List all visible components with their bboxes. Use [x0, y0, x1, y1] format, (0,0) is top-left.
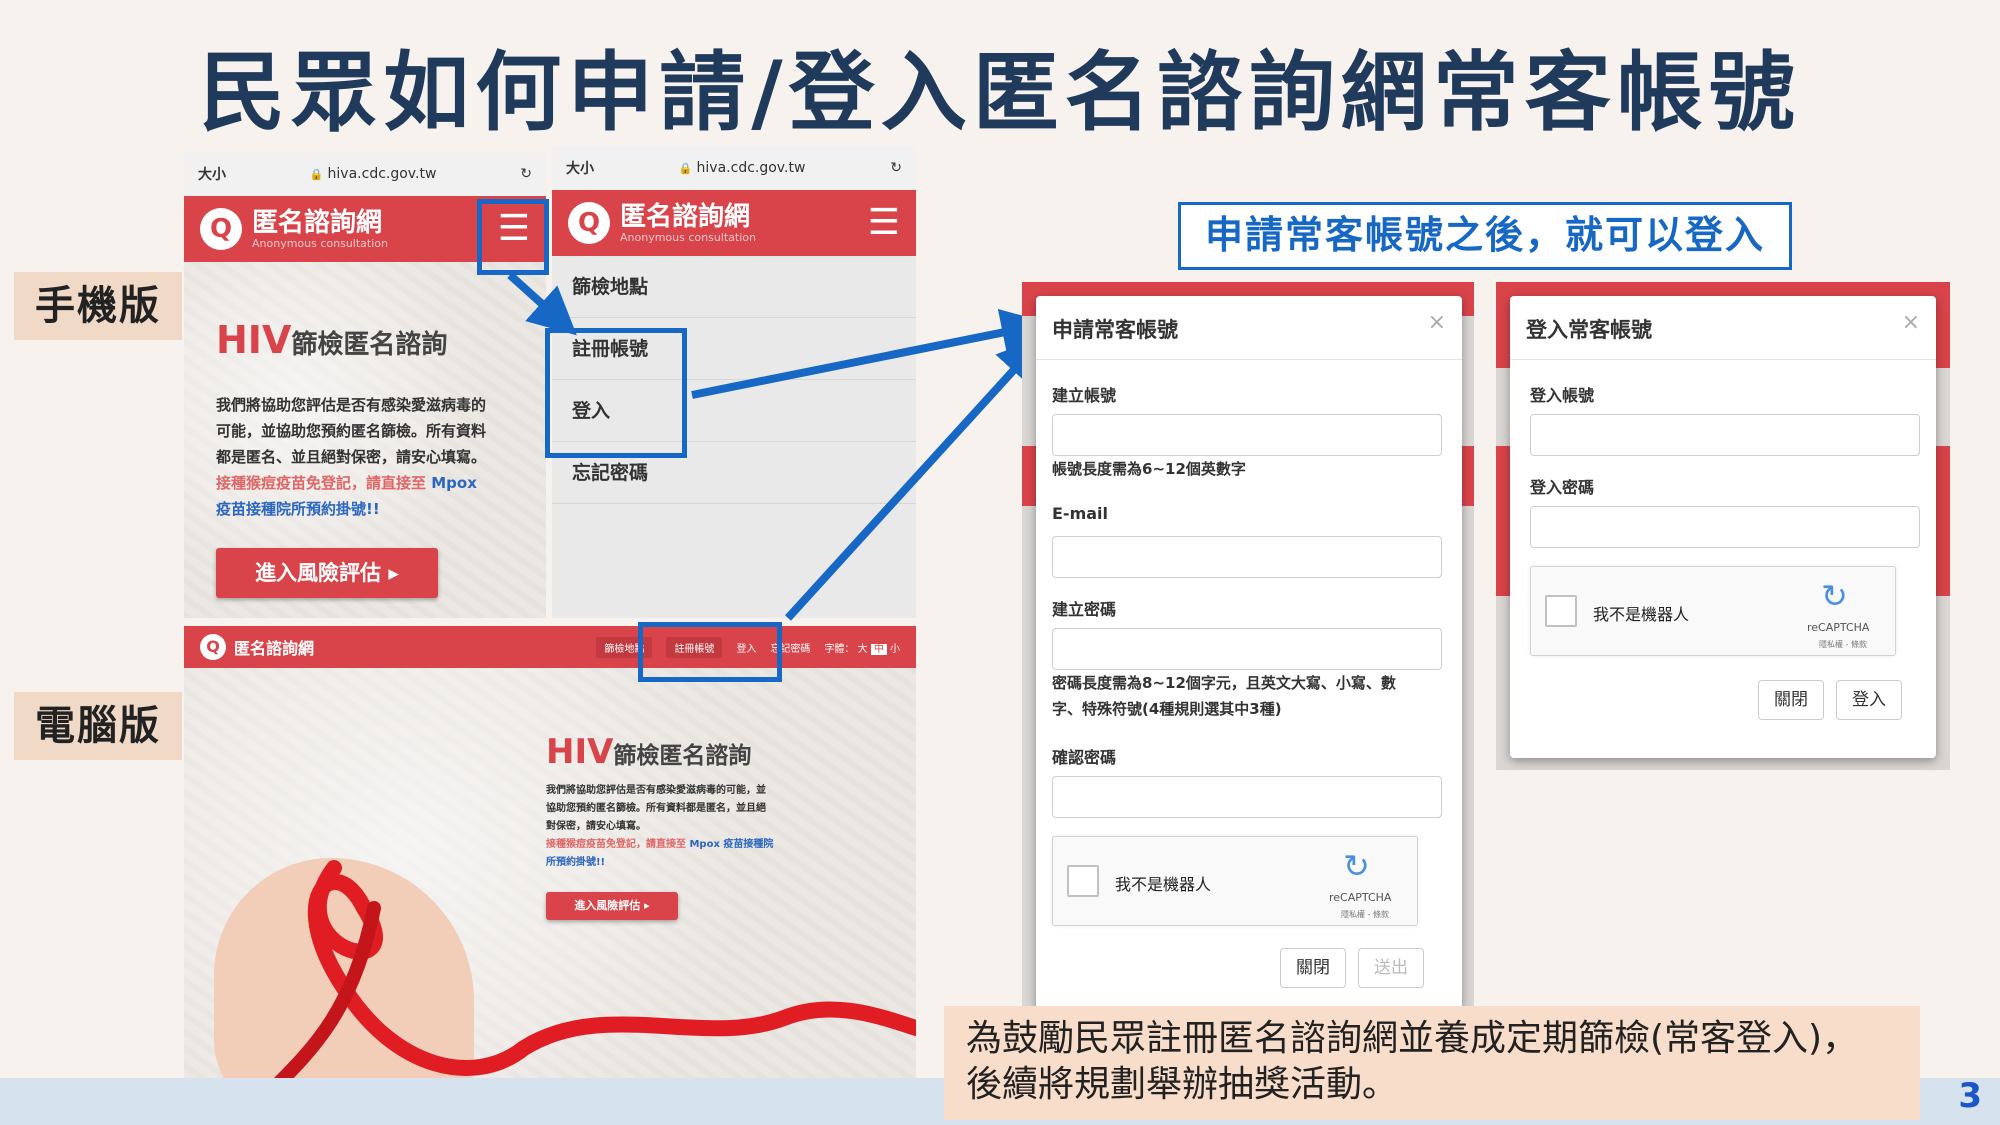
recaptcha-checkbox[interactable]	[1545, 595, 1577, 627]
recaptcha-brand: reCAPTCHA	[1807, 621, 1870, 634]
email-input[interactable]	[1052, 536, 1442, 578]
recaptcha-widget: 我不是機器人 ↻ reCAPTCHA 隱私權 - 條款	[1530, 566, 1896, 656]
close-button[interactable]: 關閉	[1758, 680, 1824, 720]
recaptcha-icon: ↻	[1343, 847, 1370, 885]
confirm-password-label: 確認密碼	[1052, 748, 1117, 767]
password-label: 建立密碼	[1052, 600, 1117, 619]
password-input[interactable]	[1052, 628, 1442, 670]
close-icon[interactable]: ×	[1428, 310, 1446, 335]
page-number: 3	[1958, 1076, 1982, 1116]
register-dialog-title: 申請常客帳號	[1052, 318, 1178, 342]
password-hint-line: 字、特殊符號(4種規則選其中3種)	[1052, 700, 1282, 718]
recaptcha-text: 我不是機器人	[1115, 875, 1212, 894]
recaptcha-links[interactable]: 隱私權 - 條款	[1341, 909, 1389, 920]
recaptcha-brand: reCAPTCHA	[1329, 891, 1392, 904]
register-dialog-header: 申請常客帳號 ×	[1036, 296, 1462, 360]
login-account-label: 登入帳號	[1530, 386, 1595, 405]
recaptcha-links[interactable]: 隱私權 - 條款	[1819, 639, 1867, 650]
close-icon[interactable]: ×	[1902, 310, 1920, 335]
recaptcha-checkbox[interactable]	[1067, 865, 1099, 897]
callout-register-then-login: 申請常客帳號之後，就可以登入	[1178, 202, 1792, 270]
recaptcha-widget: 我不是機器人 ↻ reCAPTCHA 隱私權 - 條款	[1052, 836, 1418, 926]
password-hint: 密碼長度需為8~12個字元，且英文大寫、小寫、數 字、特殊符號(4種規則選其中3…	[1052, 670, 1452, 722]
register-dialog: 申請常客帳號 × 建立帳號 帳號長度需為6~12個英數字 E-mail 建立密碼…	[1036, 296, 1462, 1018]
account-label: 建立帳號	[1052, 386, 1117, 405]
account-input[interactable]	[1052, 414, 1442, 456]
recaptcha-icon: ↻	[1821, 577, 1848, 615]
login-account-input[interactable]	[1530, 414, 1920, 456]
submit-button[interactable]: 送出	[1358, 948, 1424, 988]
note-line: 為鼓勵民眾註冊匿名諮詢網並養成定期篩檢(常客登入)，	[966, 1018, 1859, 1059]
login-dialog-header: 登入常客帳號 ×	[1510, 296, 1936, 360]
login-button[interactable]: 登入	[1836, 680, 1902, 720]
email-label: E-mail	[1052, 504, 1109, 523]
account-hint: 帳號長度需為6~12個英數字	[1052, 460, 1246, 478]
recaptcha-text: 我不是機器人	[1593, 605, 1690, 624]
login-password-label: 登入密碼	[1530, 478, 1595, 497]
note-line: 後續將規劃舉辦抽獎活動。	[966, 1064, 1399, 1105]
login-password-input[interactable]	[1530, 506, 1920, 548]
login-dialog: 登入常客帳號 × 登入帳號 登入密碼 我不是機器人 ↻ reCAPTCHA 隱私…	[1510, 296, 1936, 758]
arrow-to-register	[691, 308, 1050, 399]
password-hint-line: 密碼長度需為8~12個字元，且英文大寫、小寫、數	[1052, 674, 1396, 692]
arrow-to-menu	[507, 272, 577, 336]
confirm-password-input[interactable]	[1052, 776, 1442, 818]
login-dialog-title: 登入常客帳號	[1526, 318, 1652, 342]
lottery-note: 為鼓勵民眾註冊匿名諮詢網並養成定期篩檢(常客登入)， 後續將規劃舉辦抽獎活動。	[944, 1006, 1920, 1120]
close-button[interactable]: 關閉	[1280, 948, 1346, 988]
arrow-desktop-to-register	[785, 335, 1046, 621]
